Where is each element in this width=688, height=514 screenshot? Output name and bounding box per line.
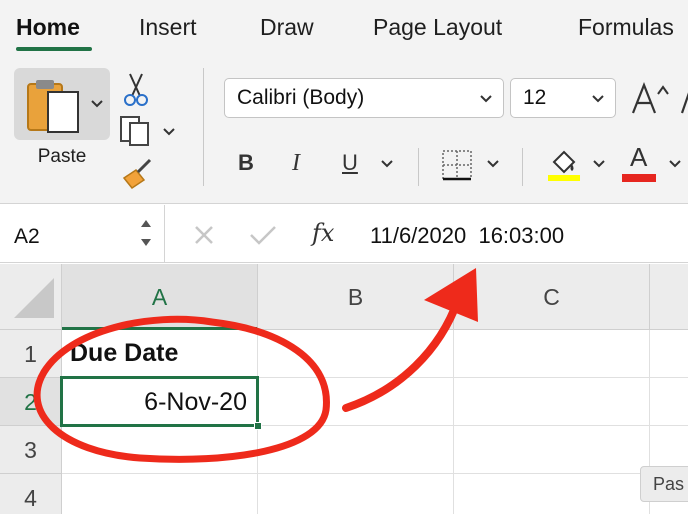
enter-check-icon[interactable] [248, 223, 278, 247]
copy-chevron-down-icon[interactable] [162, 126, 176, 138]
tab-formulas[interactable]: Formulas [578, 14, 674, 41]
font-size-select[interactable]: 12 [510, 78, 616, 118]
font-name-select[interactable]: Calibri (Body) [224, 78, 504, 118]
selected-cell-outline [60, 376, 259, 427]
chevron-down-icon [480, 95, 492, 103]
tab-home[interactable]: Home [16, 14, 80, 41]
cell-b4[interactable] [258, 474, 454, 514]
font-color-chevron-down-icon[interactable] [668, 158, 682, 170]
chevron-down-icon [592, 95, 604, 103]
row-header-4[interactable]: 4 [0, 474, 62, 514]
active-tab-underline [16, 47, 92, 51]
fill-handle[interactable] [254, 422, 262, 430]
decrease-font-size-icon[interactable] [680, 80, 688, 116]
tab-page-layout[interactable]: Page Layout [373, 14, 502, 41]
cell-a1[interactable]: Due Date [62, 330, 258, 378]
name-box-value: A2 [14, 225, 40, 248]
cut-scissors-icon[interactable] [120, 72, 152, 108]
cell-c3[interactable] [454, 426, 650, 474]
ribbon-divider [418, 148, 419, 186]
column-header-d[interactable] [650, 264, 688, 330]
underline-button[interactable]: U [342, 150, 358, 176]
row-header-3[interactable]: 3 [0, 426, 62, 474]
ribbon: Paste Calibri (Body) 12 B I U A [0, 58, 688, 204]
formula-bar: A2 fx 11/6/2020 16:03:00 [0, 205, 688, 263]
cell-c1[interactable] [454, 330, 650, 378]
chevron-down-icon[interactable] [90, 98, 104, 110]
ribbon-divider [522, 148, 523, 186]
cancel-x-icon[interactable] [192, 223, 216, 247]
clipboard-icon [27, 80, 79, 133]
borders-chevron-down-icon[interactable] [486, 158, 500, 170]
cell-b3[interactable] [258, 426, 454, 474]
font-size-value: 12 [523, 86, 547, 109]
borders-icon[interactable] [440, 148, 474, 182]
format-painter-icon[interactable] [118, 158, 156, 192]
paste-label: Paste [37, 146, 87, 167]
copy-icon[interactable] [118, 114, 154, 148]
row-header-2[interactable]: 2 [0, 378, 62, 426]
fill-color-chevron-down-icon[interactable] [592, 158, 606, 170]
font-color-swatch [622, 174, 656, 182]
fill-color-icon[interactable] [546, 144, 582, 182]
font-name-value: Calibri (Body) [237, 86, 365, 109]
bold-button[interactable]: B [238, 150, 254, 176]
cell-a1-value: Due Date [70, 339, 179, 367]
tab-insert[interactable]: Insert [139, 14, 197, 41]
column-header-a[interactable]: A [62, 264, 258, 330]
row-header-1[interactable]: 1 [0, 330, 62, 378]
name-box[interactable]: A2 [0, 205, 165, 263]
column-header-c[interactable]: C [454, 264, 650, 330]
select-all-corner[interactable] [0, 264, 62, 330]
formula-input[interactable]: 11/6/2020 16:03:00 [370, 223, 564, 249]
cell-d1[interactable] [650, 330, 688, 378]
italic-button[interactable]: I [292, 150, 300, 177]
cell-b2[interactable] [258, 378, 454, 426]
paste-button[interactable] [14, 68, 110, 140]
insert-function-button[interactable]: fx [312, 219, 334, 247]
paste-options-button[interactable]: Pas [640, 466, 688, 502]
tab-draw[interactable]: Draw [260, 14, 314, 41]
ribbon-divider [203, 68, 204, 186]
worksheet-grid: A B C 1 2 3 4 Due Date 6-Nov-20 Pas [0, 264, 688, 514]
paste-options-label: Pas [653, 474, 685, 494]
cell-b1[interactable] [258, 330, 454, 378]
cell-c2[interactable] [454, 378, 650, 426]
font-color-letter[interactable]: A [630, 142, 647, 173]
cell-c4[interactable] [454, 474, 650, 514]
increase-font-size-icon[interactable] [630, 80, 670, 116]
column-header-b[interactable]: B [258, 264, 454, 330]
cell-a3[interactable] [62, 426, 258, 474]
ribbon-tabs: Home Insert Draw Page Layout Formulas [0, 0, 688, 58]
select-all-triangle-icon [14, 278, 54, 318]
cell-a4[interactable] [62, 474, 258, 514]
cell-d2[interactable] [650, 378, 688, 426]
underline-chevron-down-icon[interactable] [380, 158, 394, 170]
name-box-stepper-icon[interactable] [138, 215, 154, 251]
